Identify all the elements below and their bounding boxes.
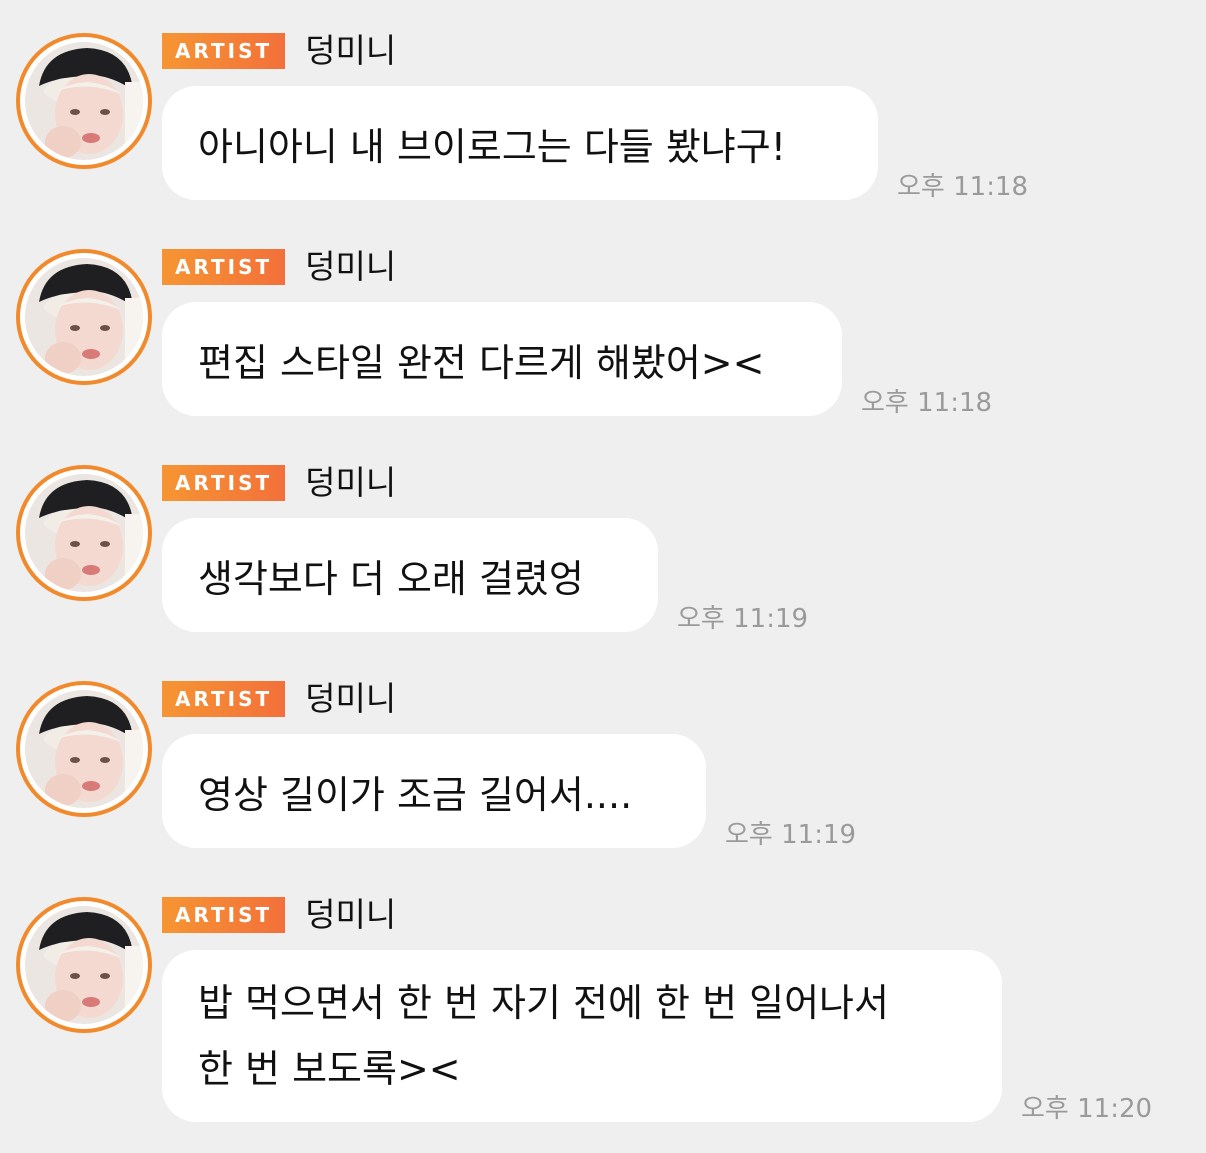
message-bubble[interactable]: 아니아니 내 브이로그는 다들 봤냐구! [162,86,878,200]
avatar-photo-icon [25,42,143,160]
sender-name: 덩미니 [305,679,397,718]
artist-badge: ARTIST [162,897,286,933]
sender-avatar[interactable] [16,681,152,817]
message-bubble[interactable]: 밥 먹으면서 한 번 자기 전에 한 번 일어나서 한 번 보도록>< [162,950,1002,1122]
message-time: 오후 11:18 [897,172,1029,202]
chat-message: ARTIST 덩미니 아니아니 내 브이로그는 다들 봤냐구! 오후 11:18 [0,0,1206,216]
sender-name: 덩미니 [305,31,397,70]
sender-row: ARTIST 덩미니 [162,33,396,69]
message-time: 오후 11:20 [1021,1094,1153,1124]
artist-badge: ARTIST [162,33,286,69]
message-bubble[interactable]: 생각보다 더 오래 걸렸엉 [162,518,658,632]
sender-name: 덩미니 [305,895,397,934]
message-bubble[interactable]: 편집 스타일 완전 다르게 해봤어>< [162,302,842,416]
message-text: 편집 스타일 완전 다르게 해봤어>< [198,340,765,385]
sender-row: ARTIST 덩미니 [162,249,396,285]
message-time: 오후 11:19 [677,604,809,634]
sender-name: 덩미니 [305,247,397,286]
artist-badge: ARTIST [162,249,286,285]
avatar-photo-icon [25,906,143,1024]
message-text: 생각보다 더 오래 걸렸엉 [198,556,584,601]
chat-message: ARTIST 덩미니 생각보다 더 오래 걸렸엉 오후 11:19 [0,432,1206,648]
chat-thread: ARTIST 덩미니 아니아니 내 브이로그는 다들 봤냐구! 오후 11:18 [0,0,1206,1153]
sender-row: ARTIST 덩미니 [162,465,396,501]
message-bubble[interactable]: 영상 길이가 조금 길어서.... [162,734,706,848]
artist-badge: ARTIST [162,465,286,501]
artist-badge: ARTIST [162,681,286,717]
sender-avatar[interactable] [16,465,152,601]
chat-message: ARTIST 덩미니 영상 길이가 조금 길어서.... 오후 11:19 [0,648,1206,864]
message-time: 오후 11:19 [725,820,857,850]
message-text: 영상 길이가 조금 길어서.... [198,772,633,817]
message-time: 오후 11:18 [861,388,993,418]
sender-avatar[interactable] [16,249,152,385]
avatar-photo-icon [25,690,143,808]
sender-name: 덩미니 [305,463,397,502]
message-text-line-1: 밥 먹으면서 한 번 자기 전에 한 번 일어나서 [198,981,889,1025]
chat-message: ARTIST 덩미니 편집 스타일 완전 다르게 해봤어>< 오후 11:18 [0,216,1206,432]
chat-message: ARTIST 덩미니 밥 먹으면서 한 번 자기 전에 한 번 일어나서 한 번… [0,864,1206,1153]
sender-avatar[interactable] [16,897,152,1033]
avatar-photo-icon [25,258,143,376]
message-text-line-2: 한 번 보도록>< [198,1047,461,1091]
sender-row: ARTIST 덩미니 [162,897,396,933]
sender-avatar[interactable] [16,33,152,169]
sender-row: ARTIST 덩미니 [162,681,396,717]
message-text: 아니아니 내 브이로그는 다들 봤냐구! [198,124,786,169]
avatar-photo-icon [25,474,143,592]
